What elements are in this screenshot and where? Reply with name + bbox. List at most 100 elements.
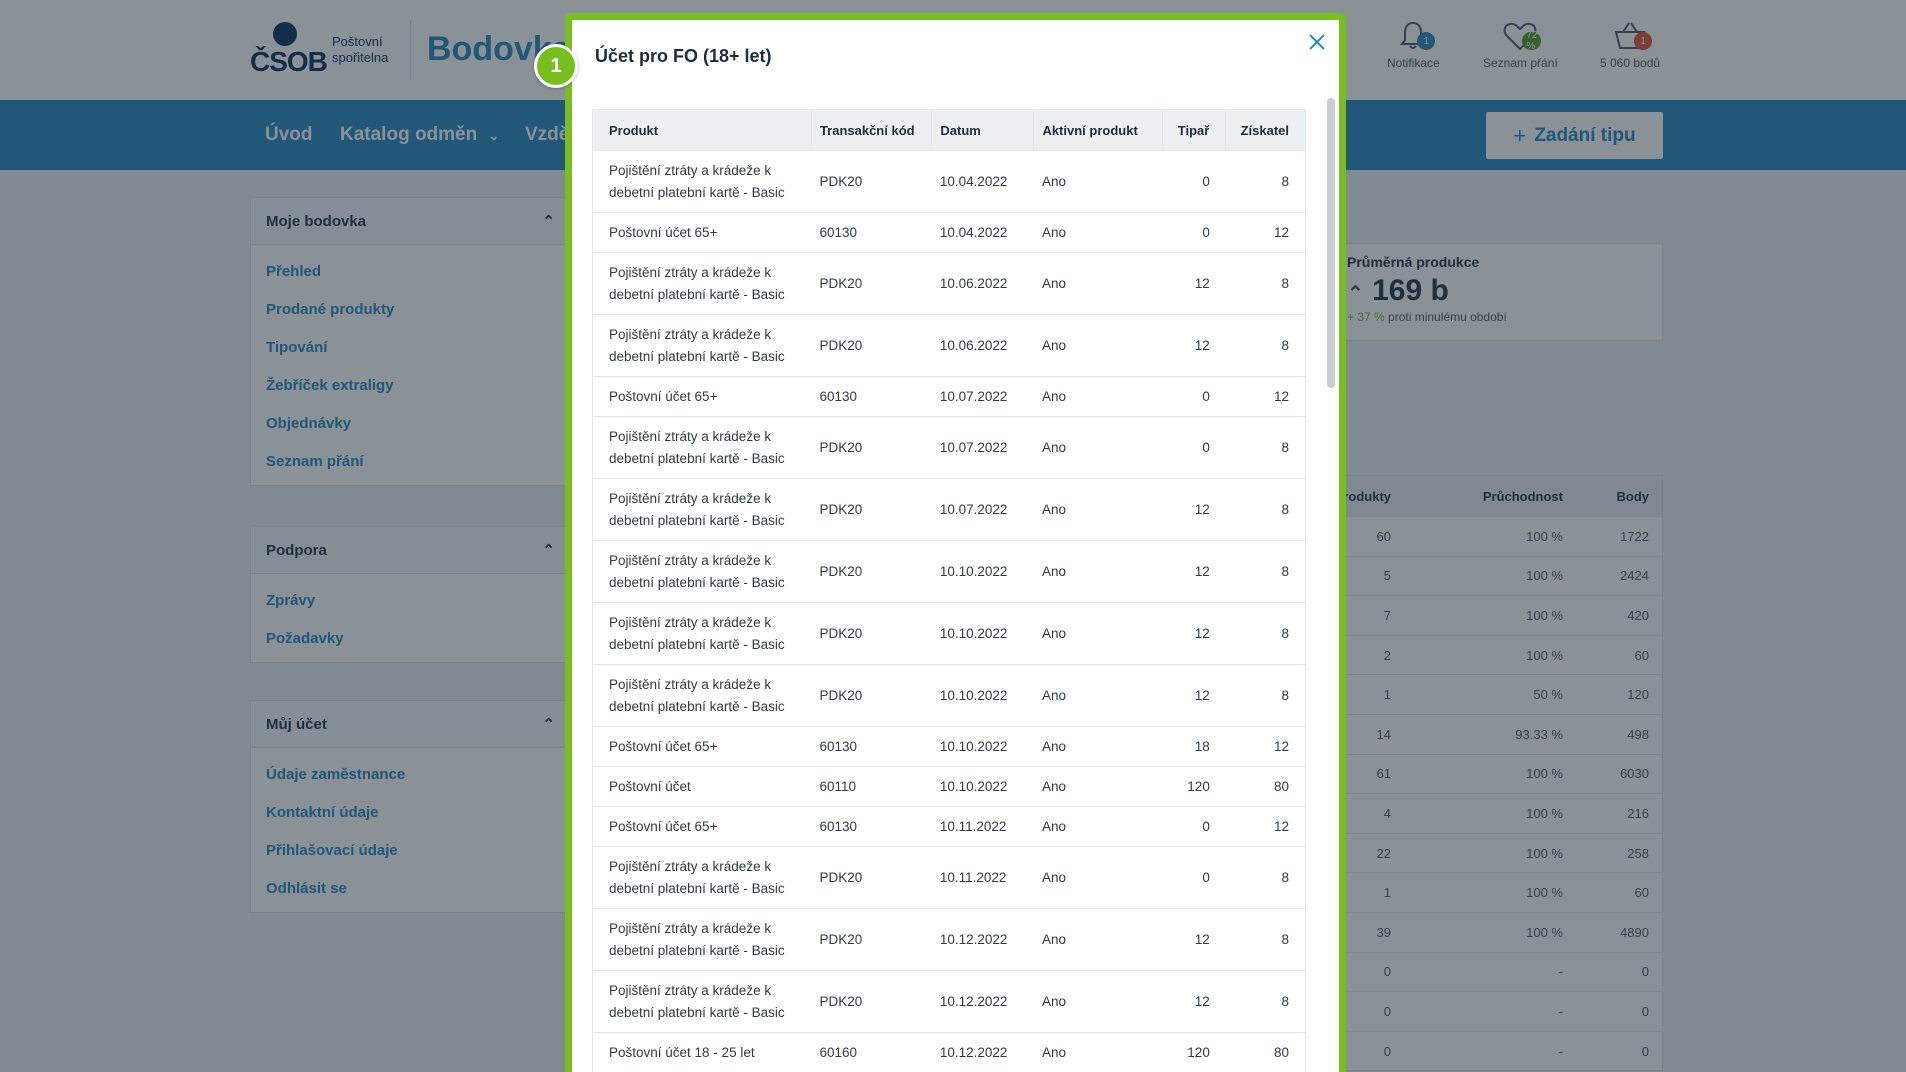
- cell-transaction-code: PDK20: [811, 846, 932, 909]
- table-row: Pojištění ztráty a krádeže k debetní pla…: [592, 314, 1306, 377]
- cell-active-product: Ano: [1033, 664, 1163, 727]
- cell-acquirer: 8: [1225, 908, 1306, 971]
- cell-active-product: Ano: [1033, 602, 1163, 665]
- cell-transaction-code: 60130: [811, 376, 932, 417]
- cell-acquirer: 8: [1225, 602, 1306, 665]
- cell-transaction-code: 60160: [811, 1032, 932, 1072]
- product-name: Pojištění ztráty a krádeže k debetní pla…: [609, 858, 785, 896]
- table-row: Pojištění ztráty a krádeže k debetní pla…: [592, 540, 1306, 603]
- cell-active-product: Ano: [1033, 908, 1163, 971]
- cell-product: Pojištění ztráty a krádeže k debetní pla…: [592, 908, 812, 971]
- cell-product: Pojištění ztráty a krádeže k debetní pla…: [592, 314, 812, 377]
- cell-tipper: 18: [1162, 726, 1226, 767]
- cell-tipper: 0: [1162, 376, 1226, 417]
- cell-date: 10.10.2022: [931, 726, 1034, 767]
- product-name: Pojištění ztráty a krádeže k debetní pla…: [609, 428, 785, 466]
- cell-transaction-code: PDK20: [811, 416, 932, 479]
- cell-acquirer: 80: [1225, 1032, 1306, 1072]
- table-row: Pojištění ztráty a krádeže k debetní pla…: [592, 478, 1306, 541]
- table-row: Pojištění ztráty a krádeže k debetní pla…: [592, 416, 1306, 479]
- cell-acquirer: 80: [1225, 766, 1306, 807]
- cell-transaction-code: PDK20: [811, 314, 932, 377]
- cell-date: 10.11.2022: [931, 846, 1034, 909]
- product-name: Pojištění ztráty a krádeže k debetní pla…: [609, 162, 785, 200]
- cell-transaction-code: PDK20: [811, 150, 932, 213]
- column-header-transaction-code: Transakční kód: [810, 109, 933, 151]
- cell-active-product: Ano: [1033, 314, 1163, 377]
- cell-tipper: 120: [1162, 766, 1226, 807]
- cell-product: Poštovní účet 65+: [592, 212, 812, 253]
- cell-date: 10.07.2022: [931, 416, 1034, 479]
- cell-date: 10.10.2022: [931, 540, 1034, 603]
- cell-date: 10.07.2022: [931, 478, 1034, 541]
- table-body: Pojištění ztráty a krádeže k debetní pla…: [592, 150, 1306, 1072]
- modal-scroll-area[interactable]: Produkt Transakční kód Datum Aktivní pro…: [572, 92, 1339, 1072]
- cell-acquirer: 8: [1225, 664, 1306, 727]
- cell-tipper: 12: [1162, 908, 1226, 971]
- cell-active-product: Ano: [1033, 846, 1163, 909]
- cell-acquirer: 8: [1225, 846, 1306, 909]
- cell-tipper: 12: [1162, 540, 1226, 603]
- product-name: Pojištění ztráty a krádeže k debetní pla…: [609, 264, 785, 302]
- column-header-active-product: Aktivní produkt: [1033, 109, 1164, 151]
- cell-acquirer: 12: [1225, 726, 1306, 767]
- cell-product: Pojištění ztráty a krádeže k debetní pla…: [592, 602, 812, 665]
- cell-date: 10.04.2022: [931, 150, 1034, 213]
- cell-product: Poštovní účet 65+: [592, 806, 812, 847]
- cell-transaction-code: PDK20: [811, 252, 932, 315]
- cell-tipper: 0: [1162, 806, 1226, 847]
- table-row: Poštovní účet 60110 10.10.2022 Ano 120 80: [592, 766, 1306, 807]
- table-row: Pojištění ztráty a krádeže k debetní pla…: [592, 846, 1306, 909]
- cell-transaction-code: PDK20: [811, 970, 932, 1033]
- table-row: Poštovní účet 65+ 60130 10.10.2022 Ano 18 12: [592, 726, 1306, 767]
- cell-tipper: 12: [1162, 970, 1226, 1033]
- cell-transaction-code: 60110: [811, 766, 932, 807]
- cell-product: Pojištění ztráty a krádeže k debetní pla…: [592, 478, 812, 541]
- cell-date: 10.10.2022: [931, 602, 1034, 665]
- column-header-acquirer: Získatel: [1225, 109, 1306, 151]
- product-name: Pojištění ztráty a krádeže k debetní pla…: [609, 326, 785, 364]
- cell-date: 10.10.2022: [931, 664, 1034, 727]
- table-header-row: Produkt Transakční kód Datum Aktivní pro…: [592, 109, 1306, 151]
- cell-active-product: Ano: [1033, 150, 1163, 213]
- cell-product: Pojištění ztráty a krádeže k debetní pla…: [592, 540, 812, 603]
- product-name: Poštovní účet 65+: [609, 224, 718, 240]
- cell-date: 10.12.2022: [931, 908, 1034, 971]
- table-row: Poštovní účet 65+ 60130 10.04.2022 Ano 0 12: [592, 212, 1306, 253]
- scrollbar-thumb[interactable]: [1327, 98, 1335, 388]
- product-name: Poštovní účet 65+: [609, 738, 718, 754]
- product-detail-modal: Účet pro FO (18+ let) Produkt Transakční…: [565, 13, 1346, 1072]
- cell-active-product: Ano: [1033, 540, 1163, 603]
- table-row: Poštovní účet 65+ 60130 10.07.2022 Ano 0 12: [592, 376, 1306, 417]
- cell-tipper: 0: [1162, 846, 1226, 909]
- cell-date: 10.04.2022: [931, 212, 1034, 253]
- close-icon[interactable]: [1305, 30, 1329, 54]
- cell-acquirer: 8: [1225, 314, 1306, 377]
- cell-product: Pojištění ztráty a krádeže k debetní pla…: [592, 150, 812, 213]
- cell-product: Poštovní účet 18 - 25 let: [592, 1032, 812, 1072]
- cell-product: Pojištění ztráty a krádeže k debetní pla…: [592, 416, 812, 479]
- cell-transaction-code: PDK20: [811, 908, 932, 971]
- cell-date: 10.06.2022: [931, 252, 1034, 315]
- cell-transaction-code: PDK20: [811, 478, 932, 541]
- product-name: Poštovní účet 65+: [609, 388, 718, 404]
- cell-transaction-code: PDK20: [811, 664, 932, 727]
- step-marker: 1: [534, 44, 578, 88]
- cell-acquirer: 8: [1225, 540, 1306, 603]
- cell-acquirer: 8: [1225, 150, 1306, 213]
- cell-acquirer: 8: [1225, 970, 1306, 1033]
- cell-date: 10.12.2022: [931, 970, 1034, 1033]
- product-name: Pojištění ztráty a krádeže k debetní pla…: [609, 920, 785, 958]
- cell-transaction-code: PDK20: [811, 540, 932, 603]
- cell-tipper: 0: [1162, 416, 1226, 479]
- cell-active-product: Ano: [1033, 376, 1163, 417]
- product-name: Poštovní účet 18 - 25 let: [609, 1044, 755, 1060]
- product-name: Pojištění ztráty a krádeže k debetní pla…: [609, 614, 785, 652]
- cell-tipper: 0: [1162, 212, 1226, 253]
- cell-active-product: Ano: [1033, 212, 1163, 253]
- cell-tipper: 120: [1162, 1032, 1226, 1072]
- cell-acquirer: 8: [1225, 416, 1306, 479]
- cell-active-product: Ano: [1033, 478, 1163, 541]
- table-row: Pojištění ztráty a krádeže k debetní pla…: [592, 908, 1306, 971]
- cell-acquirer: 12: [1225, 376, 1306, 417]
